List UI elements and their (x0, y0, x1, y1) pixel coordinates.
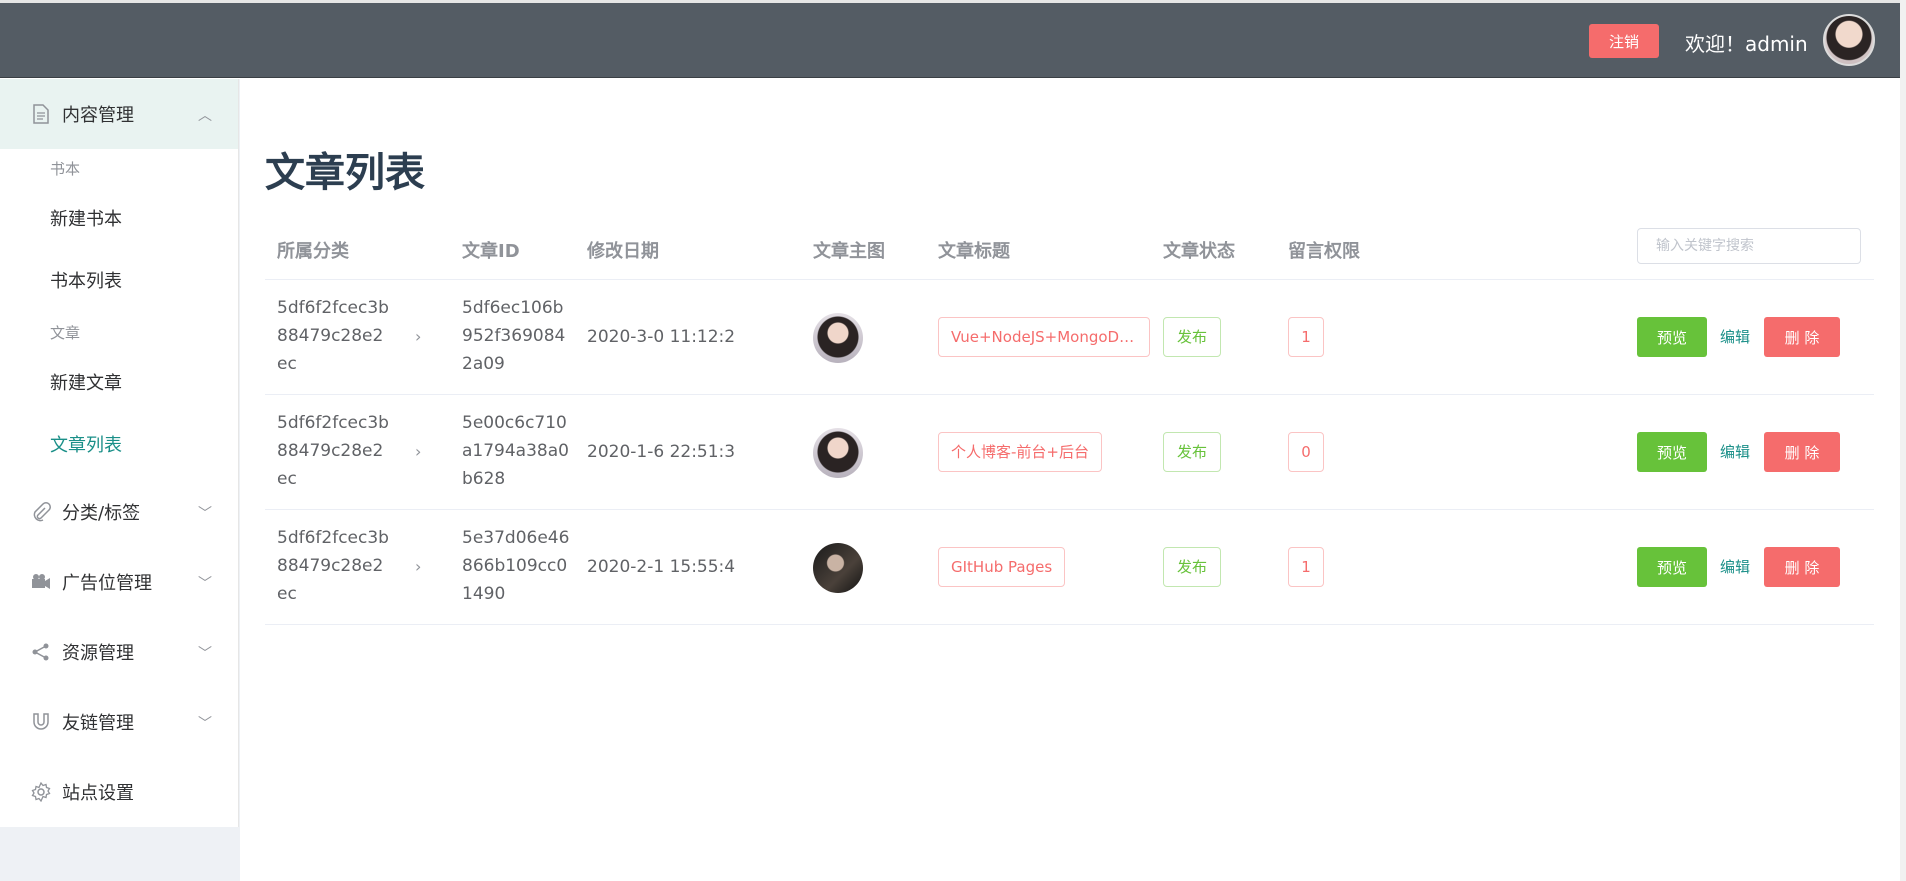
article-id: 5df6ec106b952f3690842a09 (462, 298, 566, 374)
table-row: 5df6f2fcec3b88479c28e2ec › 5e00c6c710a17… (265, 395, 1874, 510)
magnet-icon (30, 711, 52, 733)
article-table: 所属分类 文章ID 修改日期 文章主图 文章标题 文章状态 留言权限 输入关键字… (265, 220, 1874, 625)
delete-button[interactable]: 删 除 (1764, 317, 1840, 357)
preview-button[interactable]: 预览 (1637, 547, 1707, 587)
sidebar-menu: 内容管理 ︿ 书本 新建书本 书本列表 文章 新建文章 文章列表 分类/标签 ﹀… (0, 79, 239, 827)
table-row: 5df6f2fcec3b88479c28e2ec › 5e37d06e46866… (265, 510, 1874, 625)
sidebar-item-article-list[interactable]: 文章列表 (0, 415, 238, 477)
article-id: 5e00c6c710a1794a38a0b628 (462, 413, 569, 489)
article-thumbnail (813, 313, 863, 363)
menu-resource-management[interactable]: 资源管理 ﹀ (0, 617, 238, 687)
group-title-books: 书本 (50, 160, 81, 178)
menu-content-management-label: 内容管理 (62, 105, 134, 126)
sidebar-item-new-article[interactable]: 新建文章 (0, 353, 238, 415)
chevron-right-icon[interactable]: › (415, 323, 421, 351)
status-tag: 发布 (1163, 547, 1221, 587)
chevron-down-icon: ﹀ (198, 716, 212, 732)
category-id: 5df6f2fcec3b88479c28e2ec (277, 298, 389, 374)
page-scrollbar[interactable] (1900, 0, 1906, 881)
column-header-status[interactable]: 文章状态 (1163, 237, 1235, 263)
paperclip-icon (30, 501, 52, 523)
menu-site-settings[interactable]: 站点设置 (0, 757, 238, 827)
menu-ad-management[interactable]: 广告位管理 ﹀ (0, 547, 238, 617)
chevron-right-icon[interactable]: › (415, 553, 421, 581)
column-header-modified-date[interactable]: 修改日期 (587, 237, 659, 263)
modified-date: 2020-2-1 15:55:4 (587, 557, 736, 577)
welcome-text: 欢迎！admin (1685, 32, 1808, 56)
permission-tag: 1 (1288, 547, 1324, 587)
sidebar: 内容管理 ︿ 书本 新建书本 书本列表 文章 新建文章 文章列表 分类/标签 ﹀… (0, 79, 240, 881)
gear-icon (30, 781, 52, 803)
article-thumbnail (813, 428, 863, 478)
column-header-category[interactable]: 所属分类 (277, 237, 349, 263)
article-id: 5e37d06e46866b109cc01490 (462, 528, 570, 604)
chevron-down-icon: ﹀ (198, 506, 212, 522)
chevron-down-icon: ﹀ (198, 576, 212, 592)
sidebar-item-new-book[interactable]: 新建书本 (0, 189, 238, 251)
group-title-articles: 文章 (50, 324, 81, 342)
article-thumbnail (813, 543, 863, 593)
article-title-tag: Vue+NodeJS+MongoDB-… (938, 317, 1150, 357)
preview-button[interactable]: 预览 (1637, 432, 1707, 472)
category-id: 5df6f2fcec3b88479c28e2ec (277, 528, 389, 604)
menu-ad-management-label: 广告位管理 (62, 573, 152, 594)
edit-button[interactable]: 编辑 (1720, 441, 1750, 462)
user-avatar[interactable] (1823, 14, 1875, 66)
menu-content-management[interactable]: 内容管理 ︿ (0, 79, 238, 149)
chevron-right-icon[interactable]: › (415, 438, 421, 466)
column-header-comment-permission[interactable]: 留言权限 (1288, 237, 1360, 263)
camera-icon (30, 571, 52, 593)
article-title-tag: GItHub Pages (938, 547, 1066, 587)
menu-link-management-label: 友链管理 (62, 713, 134, 734)
permission-tag: 0 (1288, 432, 1324, 472)
modified-date: 2020-1-6 22:51:3 (587, 442, 736, 462)
page-title: 文章列表 (265, 150, 425, 196)
menu-category-tags-label: 分类/标签 (62, 503, 141, 524)
edit-button[interactable]: 编辑 (1720, 326, 1750, 347)
menu-link-management[interactable]: 友链管理 ﹀ (0, 687, 238, 757)
chevron-down-icon: ﹀ (198, 646, 212, 662)
sidebar-item-book-list[interactable]: 书本列表 (0, 251, 238, 313)
column-header-main-image[interactable]: 文章主图 (813, 237, 885, 263)
modified-date: 2020-3-0 11:12:2 (587, 327, 736, 347)
search-input[interactable]: 输入关键字搜索 (1637, 228, 1861, 264)
top-bar: 注销 欢迎！admin (0, 0, 1906, 78)
logout-button[interactable]: 注销 (1589, 24, 1659, 58)
status-tag: 发布 (1163, 432, 1221, 472)
column-header-title[interactable]: 文章标题 (938, 237, 1010, 263)
delete-button[interactable]: 删 除 (1764, 547, 1840, 587)
permission-tag: 1 (1288, 317, 1324, 357)
menu-category-tags[interactable]: 分类/标签 ﹀ (0, 477, 238, 547)
table-row: 5df6f2fcec3b88479c28e2ec › 5df6ec106b952… (265, 280, 1874, 395)
column-header-article-id[interactable]: 文章ID (462, 237, 520, 263)
share-icon (30, 641, 52, 663)
document-icon (30, 103, 52, 125)
edit-button[interactable]: 编辑 (1720, 556, 1750, 577)
chevron-up-icon: ︿ (198, 108, 212, 124)
article-title-tag: 个人博客-前台+后台 (938, 432, 1102, 472)
status-tag: 发布 (1163, 317, 1221, 357)
preview-button[interactable]: 预览 (1637, 317, 1707, 357)
menu-site-settings-label: 站点设置 (62, 783, 134, 804)
menu-resource-management-label: 资源管理 (62, 643, 134, 664)
delete-button[interactable]: 删 除 (1764, 432, 1840, 472)
table-header: 所属分类 文章ID 修改日期 文章主图 文章标题 文章状态 留言权限 输入关键字… (265, 220, 1874, 280)
category-id: 5df6f2fcec3b88479c28e2ec (277, 413, 389, 489)
